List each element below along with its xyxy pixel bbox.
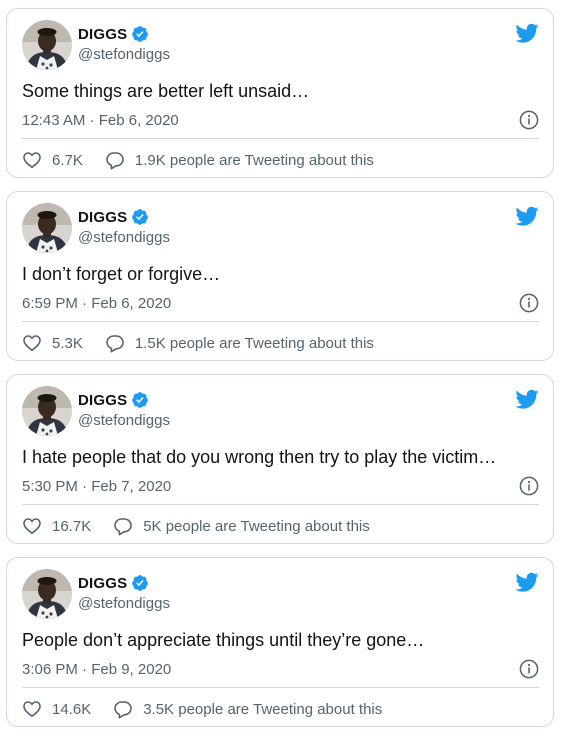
divider	[22, 504, 539, 505]
like-count: 16.7K	[52, 517, 92, 535]
like-count: 6.7K	[52, 151, 83, 169]
like-button[interactable]: 14.6K	[22, 699, 91, 719]
author-display-name[interactable]: DIGGS	[78, 575, 127, 592]
info-icon[interactable]	[519, 293, 539, 313]
tweeting-about-label: 3.5K people are Tweeting about this	[143, 700, 383, 718]
author-handle[interactable]: @stefondiggs	[78, 412, 170, 429]
twitter-bird-icon[interactable]	[515, 387, 539, 411]
author-name-row[interactable]: DIGGS	[78, 573, 149, 593]
author-name-row[interactable]: DIGGS	[78, 207, 149, 227]
speech-bubble-icon	[105, 333, 125, 353]
author-display-name[interactable]: DIGGS	[78, 26, 127, 43]
info-icon[interactable]	[519, 476, 539, 496]
author-handle[interactable]: @stefondiggs	[78, 229, 170, 246]
divider	[22, 138, 539, 139]
twitter-bird-icon[interactable]	[515, 570, 539, 594]
like-button[interactable]: 5.3K	[22, 333, 83, 353]
tweet-text: Some things are better left unsaid…	[22, 81, 310, 101]
tweet-text: I hate people that do you wrong then try…	[22, 447, 497, 467]
like-count: 5.3K	[52, 334, 83, 352]
author-name-row[interactable]: DIGGS	[78, 24, 149, 44]
info-icon[interactable]	[519, 659, 539, 679]
info-icon[interactable]	[519, 110, 539, 130]
like-count: 14.6K	[52, 700, 92, 718]
tweeting-about-link[interactable]: 1.5K people are Tweeting about this	[105, 333, 374, 353]
divider	[22, 321, 539, 322]
twitter-bird-icon[interactable]	[515, 21, 539, 45]
speech-bubble-icon	[105, 150, 125, 170]
twitter-bird-icon[interactable]	[515, 204, 539, 228]
tweet-text: People don’t appreciate things until the…	[22, 630, 425, 650]
avatar[interactable]	[22, 20, 72, 70]
tweet-actions: 6.7K 1.9K people are Tweeting about this	[22, 149, 374, 171]
tweet-card[interactable]: DIGGS @stefondiggs I hate people that do…	[6, 374, 554, 544]
tweet-actions: 16.7K 5K people are Tweeting about this	[22, 515, 370, 537]
tweet-feed: DIGGS @stefondiggs Some things are bette…	[0, 0, 564, 737]
divider	[22, 687, 539, 688]
heart-icon	[22, 333, 42, 353]
heart-icon	[22, 150, 42, 170]
like-button[interactable]: 16.7K	[22, 516, 91, 536]
tweeting-about-label: 5K people are Tweeting about this	[143, 517, 370, 535]
tweet-text: I don’t forget or forgive…	[22, 264, 221, 284]
tweeting-about-label: 1.9K people are Tweeting about this	[134, 151, 374, 169]
tweet-meta: 12:43 AM · Feb 6, 2020	[22, 109, 539, 131]
avatar[interactable]	[22, 569, 72, 619]
tweet-timestamp[interactable]: 12:43 AM · Feb 6, 2020	[22, 112, 179, 129]
speech-bubble-icon	[113, 516, 133, 536]
avatar[interactable]	[22, 386, 72, 436]
verified-badge-icon	[131, 574, 149, 592]
speech-bubble-icon	[113, 699, 133, 719]
tweet-meta: 3:06 PM · Feb 9, 2020	[22, 658, 539, 680]
verified-badge-icon	[131, 208, 149, 226]
tweet-timestamp[interactable]: 5:30 PM · Feb 7, 2020	[22, 478, 171, 495]
tweet-timestamp[interactable]: 3:06 PM · Feb 9, 2020	[22, 661, 171, 678]
tweeting-about-label: 1.5K people are Tweeting about this	[134, 334, 374, 352]
tweet-card[interactable]: DIGGS @stefondiggs I don’t forget or for…	[6, 191, 554, 361]
tweet-meta: 5:30 PM · Feb 7, 2020	[22, 475, 539, 497]
verified-badge-icon	[131, 25, 149, 43]
tweet-card[interactable]: DIGGS @stefondiggs People don’t apprecia…	[6, 557, 554, 727]
tweeting-about-link[interactable]: 1.9K people are Tweeting about this	[105, 150, 374, 170]
heart-icon	[22, 516, 42, 536]
tweet-meta: 6:59 PM · Feb 6, 2020	[22, 292, 539, 314]
tweeting-about-link[interactable]: 5K people are Tweeting about this	[113, 516, 370, 536]
tweet-timestamp[interactable]: 6:59 PM · Feb 6, 2020	[22, 295, 171, 312]
tweet-actions: 5.3K 1.5K people are Tweeting about this	[22, 332, 374, 354]
author-display-name[interactable]: DIGGS	[78, 392, 127, 409]
tweet-actions: 14.6K 3.5K people are Tweeting about thi…	[22, 698, 382, 720]
like-button[interactable]: 6.7K	[22, 150, 83, 170]
tweeting-about-link[interactable]: 3.5K people are Tweeting about this	[113, 699, 382, 719]
author-handle[interactable]: @stefondiggs	[78, 46, 170, 63]
verified-badge-icon	[131, 391, 149, 409]
tweet-card[interactable]: DIGGS @stefondiggs Some things are bette…	[6, 8, 554, 178]
author-handle[interactable]: @stefondiggs	[78, 595, 170, 612]
author-name-row[interactable]: DIGGS	[78, 390, 149, 410]
heart-icon	[22, 699, 42, 719]
avatar[interactable]	[22, 203, 72, 253]
author-display-name[interactable]: DIGGS	[78, 209, 127, 226]
